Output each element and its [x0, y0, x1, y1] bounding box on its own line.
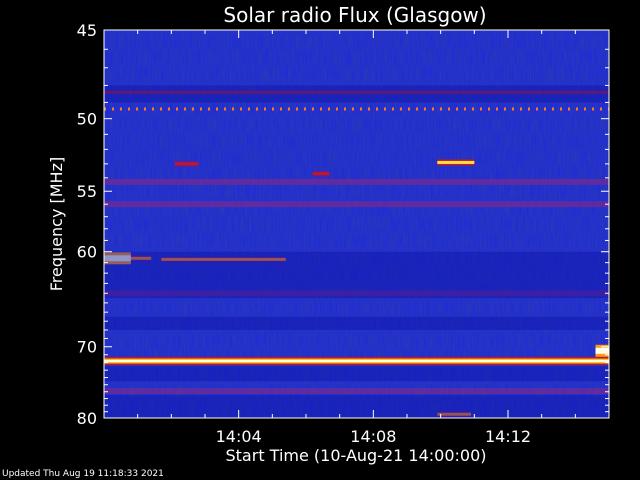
band-2: [104, 178, 609, 185]
x-tick-label-14:12: 14:12: [485, 427, 531, 446]
x-tick-label-14:08: 14:08: [350, 427, 396, 446]
y-tick-label-70: 70: [77, 338, 97, 357]
y-tick-label-50: 50: [77, 110, 97, 129]
band-3: [104, 201, 609, 208]
y-tick-label-80: 80: [77, 409, 97, 428]
plot-area: [104, 30, 609, 418]
burst-7: [595, 347, 609, 354]
darker-region-3: [104, 366, 609, 382]
y-tick-label-55: 55: [77, 182, 97, 201]
darker-region-1: [104, 251, 609, 299]
darker-region-2: [104, 316, 609, 330]
darker-region-4: [104, 395, 609, 418]
x-tick-label-14:04: 14:04: [216, 427, 262, 446]
band-6: [104, 388, 609, 395]
burst-4: [312, 172, 330, 176]
burst-5: [437, 160, 475, 164]
band-5: [104, 359, 609, 363]
y-tick-label-45: 45: [77, 21, 97, 40]
y-axis-label: Frequency [MHz]: [47, 157, 66, 291]
y-tick-label-60: 60: [77, 243, 97, 262]
chart-title: Solar radio Flux (Glasgow): [223, 3, 486, 27]
updated-timestamp: Updated Thu Aug 19 11:18:33 2021: [2, 469, 164, 479]
x-axis-label: Start Time (10-Aug-21 14:00:00): [226, 446, 487, 465]
darker-region-0: [104, 85, 609, 103]
solar-radio-spectrogram: Solar radio Flux (Glasgow) 455055607080 …: [47, 3, 610, 465]
burst-3: [174, 162, 199, 166]
